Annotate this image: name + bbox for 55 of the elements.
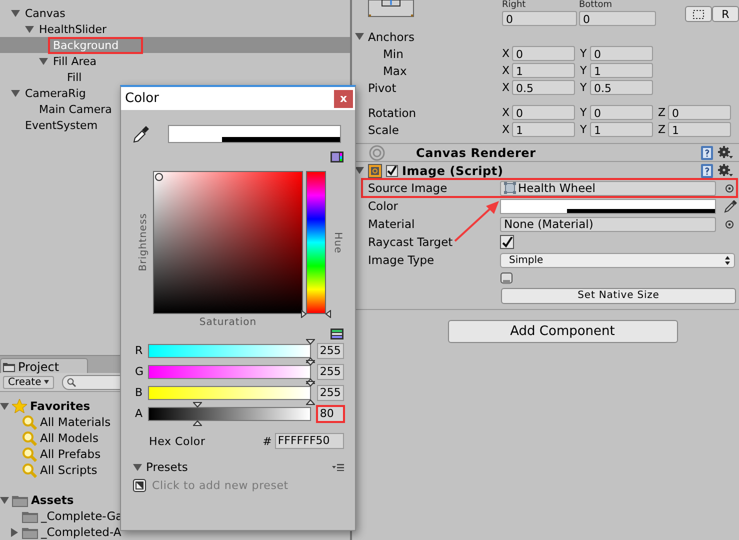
property-label: Scale	[368, 122, 400, 136]
section-label: Favorites	[30, 399, 90, 413]
tree-item-label: HealthSlider	[38, 22, 108, 36]
tree-item-label: Canvas	[24, 6, 66, 20]
property-label: Source Image	[368, 181, 448, 195]
channel-label: A	[135, 407, 144, 420]
channel-label: R	[135, 344, 144, 357]
axis-label: Z	[658, 106, 667, 119]
list-item-label: All Models	[40, 431, 98, 445]
tree-item-label: CameraRig	[24, 86, 87, 100]
channel-label: G	[135, 365, 145, 378]
axis-label: X	[502, 123, 511, 136]
field-label: #	[262, 434, 272, 448]
axis-label: X	[502, 81, 511, 94]
property-label: Max	[382, 64, 408, 78]
section-label: Anchors	[368, 30, 415, 44]
property-label: Rotation	[368, 106, 418, 120]
tree-item-label: EventSystem	[24, 118, 99, 132]
list-item-label: _Completed-A	[41, 525, 122, 539]
section-label: Assets	[31, 493, 74, 507]
property-label: Min	[382, 46, 404, 60]
field-label: Bottom	[579, 0, 614, 11]
tree-item-label: Fill Area	[52, 54, 98, 68]
tree-item-label: Main Camera	[38, 102, 113, 116]
component-title: Canvas Renderer	[416, 146, 537, 160]
axis-label: X	[502, 64, 511, 77]
axis-label: Y	[580, 123, 588, 136]
channel-label: B	[135, 386, 144, 399]
property-label: Raycast Target	[368, 235, 454, 249]
tree-item-label: Background	[50, 38, 141, 52]
axis-label: Hue	[332, 232, 343, 254]
tree-item-label: Fill	[66, 70, 83, 84]
hint-text: Click to add new preset	[152, 479, 288, 492]
section-label: Presets	[146, 460, 189, 474]
field-label: Hex Color	[149, 434, 206, 448]
axis-label: Y	[580, 106, 588, 119]
axis-label: Y	[580, 81, 588, 94]
list-item-label: All Prefabs	[40, 447, 101, 461]
field-label: Right	[502, 0, 527, 11]
list-item-label: All Materials	[40, 415, 111, 429]
property-label: Color	[368, 199, 400, 213]
property-label: Material	[368, 217, 416, 231]
axis-label: Y	[580, 64, 588, 77]
axis-label: Brightness	[138, 213, 148, 272]
list-item-label: All Scripts	[40, 463, 98, 477]
axis-label: Y	[580, 47, 588, 60]
property-label: Image Type	[368, 253, 436, 267]
axis-label: X	[502, 106, 511, 119]
property-label: Pivot	[368, 80, 398, 94]
axis-label: Saturation	[198, 317, 258, 328]
list-item-label: _Complete-Ga	[41, 509, 123, 523]
axis-label: Z	[658, 123, 667, 136]
dialog-title: Color	[125, 91, 159, 106]
component-title: Image (Script)	[402, 164, 504, 178]
axis-label: X	[502, 47, 511, 60]
